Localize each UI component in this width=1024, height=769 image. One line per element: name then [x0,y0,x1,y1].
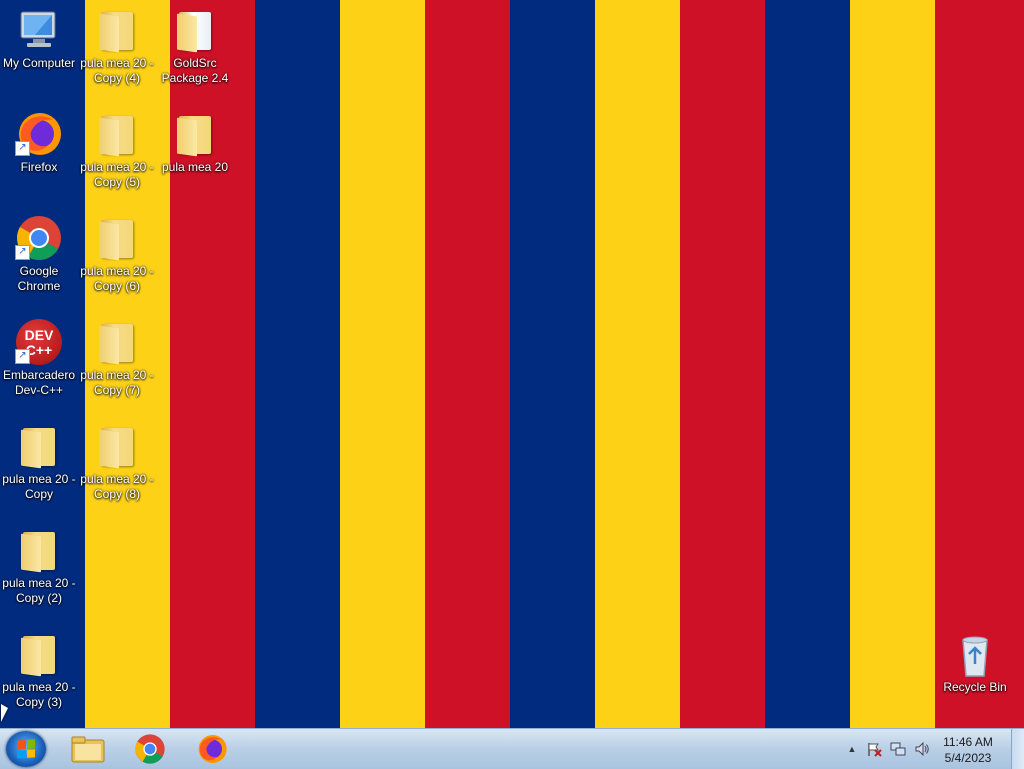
wallpaper-stripe [935,0,1024,728]
start-button[interactable] [6,731,46,767]
desktop-icon-firefox[interactable]: ↗ Firefox [0,110,78,175]
wallpaper-stripe [765,0,850,728]
devcpp-icon: DEV C++ ↗ [15,318,63,366]
desktop-icon-folder-copy-4[interactable]: pula mea 20 - Copy (4) [78,6,156,86]
folder-icon [101,12,133,50]
folder-icon [101,116,133,154]
chrome-icon: ↗ [15,214,63,262]
clock-time: 11:46 AM [943,735,993,749]
desktop-icon-google-chrome[interactable]: ↗ Google Chrome [0,214,78,294]
shortcut-arrow-icon: ↗ [15,245,30,260]
folder-icon [23,636,55,674]
desktop-icon-label: pula mea 20 - Copy (6) [80,264,154,293]
wallpaper-stripe [680,0,765,728]
firefox-icon: ↗ [15,110,63,158]
desktop-icon-label: pula mea 20 - Copy (4) [80,56,154,85]
desktop-icon-folder-copy-3[interactable]: pula mea 20 - Copy (3) [0,630,78,710]
desktop-icon-folder-pula-mea-20[interactable]: pula mea 20 [156,110,234,175]
chrome-icon [135,734,165,764]
folder-icon [179,12,211,50]
wallpaper-stripe [425,0,510,728]
windows-logo-icon [17,739,35,759]
firefox-icon [198,735,227,763]
folder-icon [179,116,211,154]
system-clock[interactable]: 11:46 AM 5/4/2023 [938,734,998,766]
wallpaper-stripe [255,0,340,728]
wallpaper-stripe [510,0,595,728]
desktop-icon-folder-copy-2[interactable]: pula mea 20 - Copy (2) [0,526,78,606]
desktop-icon-label: pula mea 20 - Copy [2,472,76,501]
desktop-icon-folder-copy[interactable]: pula mea 20 - Copy [0,422,78,502]
desktop-icon-goldsrc-package[interactable]: GoldSrc Package 2.4 [156,6,234,86]
clock-date: 5/4/2023 [944,751,992,765]
desktop-icon-label: pula mea 20 - Copy (3) [2,680,76,709]
network-icon[interactable] [890,741,906,757]
desktop-icon-label: pula mea 20 - Copy (7) [80,368,154,397]
desktop-icon-label: My Computer [2,56,76,70]
desktop-icon-folder-copy-7[interactable]: pula mea 20 - Copy (7) [78,318,156,398]
desktop-icon-folder-copy-5[interactable]: pula mea 20 - Copy (5) [78,110,156,190]
desktop-icon-label: Embarcadero Dev-C++ [2,368,76,397]
wallpaper-stripe [340,0,425,728]
volume-icon[interactable] [914,741,930,757]
desktop-icon-embarcadero-dev-cpp[interactable]: DEV C++ ↗ Embarcadero Dev-C++ [0,318,78,398]
desktop-icon-my-computer[interactable]: My Computer [0,6,78,71]
desktop-icon-label: Recycle Bin [943,680,1007,694]
desktop-icon-label: pula mea 20 - Copy (5) [80,160,154,189]
folder-icon [101,428,133,466]
desktop-icon-folder-copy-8[interactable]: pula mea 20 - Copy (8) [78,422,156,502]
computer-icon [15,6,63,54]
taskbar-file-explorer-button[interactable] [62,732,114,766]
show-desktop-button[interactable] [1011,729,1024,769]
folder-icon [23,532,55,570]
desktop-icon-label: Google Chrome [17,264,61,293]
desktop-icon-label: Firefox [20,160,58,174]
folder-icon [101,220,133,258]
mouse-pointer-icon [1,704,8,722]
desktop-icon-label: pula mea 20 - Copy (2) [2,576,76,605]
desktop-icon-label: pula mea 20 [161,160,229,174]
desktop-icon-label: GoldSrc Package 2.4 [161,56,229,85]
show-hidden-icons-arrow-icon[interactable]: ▲ [844,741,860,757]
taskbar: ▲ 11:46 AM 5/4/2023 [0,728,1024,769]
folder-icon [101,324,133,362]
taskbar-firefox-button[interactable] [186,732,238,766]
folder-icon [23,428,55,466]
recycle-bin-icon [951,630,999,678]
shortcut-arrow-icon: ↗ [15,349,30,364]
wallpaper-stripe [595,0,680,728]
desktop-icon-recycle-bin[interactable]: Recycle Bin [936,630,1014,695]
desktop-icon-folder-copy-6[interactable]: pula mea 20 - Copy (6) [78,214,156,294]
wallpaper-stripe [850,0,935,728]
taskbar-chrome-button[interactable] [124,732,176,766]
shortcut-arrow-icon: ↗ [15,141,30,156]
action-center-flag-icon[interactable] [866,741,882,757]
desktop-icon-label: pula mea 20 - Copy (8) [80,472,154,501]
folder-icon [71,736,105,763]
